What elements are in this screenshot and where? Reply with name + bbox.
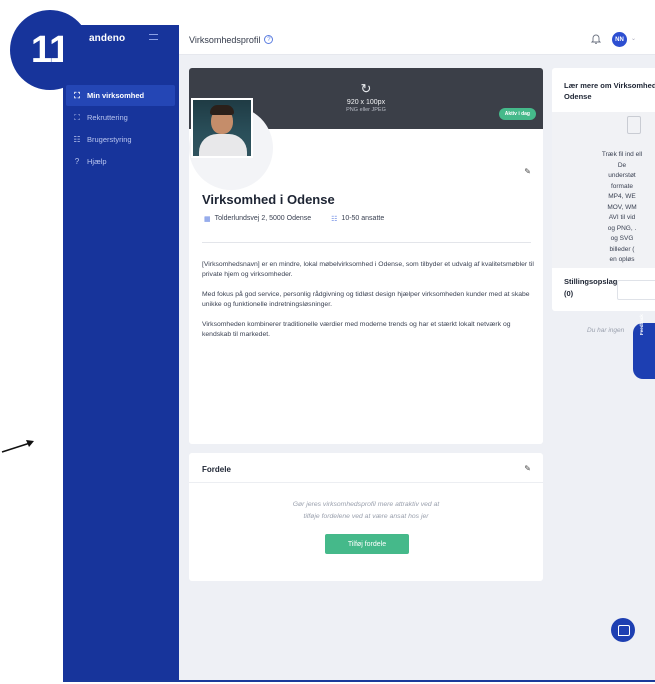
description-paragraph: [Virksomhedsnavn] er en mindre, lokal mø… <box>202 261 534 278</box>
building-icon: ▦ <box>204 216 211 223</box>
sidebar-item-label: Brugerstyring <box>87 135 132 144</box>
menu-toggle-icon[interactable] <box>149 34 158 40</box>
company-icon: ⛶ <box>74 90 80 100</box>
upload-line: og PNG, . <box>607 224 637 232</box>
edit-benefits-icon[interactable]: ✎ <box>524 464 531 473</box>
upload-instructions: Træk fil ind ell De understøt formate MP… <box>552 150 655 266</box>
recruitment-icon: ⛶ <box>74 112 80 122</box>
upload-line: MP4, WE <box>608 193 636 200</box>
description-paragraph: Virksomheden kombinerer traditionelle væ… <box>202 321 511 338</box>
sidebar-item-label: Rekruttering <box>87 113 128 122</box>
add-benefits-button[interactable]: Tilføj fordele <box>325 534 409 554</box>
company-profile-card: ↻ 920 x 100px PNG eller JPEG Aktiv i dag… <box>189 68 543 444</box>
sidebar-item-rekruttering[interactable]: ⛶ Rekruttering <box>63 107 179 128</box>
feedback-label: Feedback <box>639 314 644 335</box>
upload-line: formate <box>610 182 634 190</box>
sidebar: andeno ⛶ Min virksomhed ⛶ Rekruttering ☷… <box>63 25 179 680</box>
benefits-title: Fordele <box>202 465 231 474</box>
learn-more-panel: Lær mere om Virksomhed i Odense Træk fil… <box>552 68 655 311</box>
upload-line: Træk fil ind ell <box>601 151 643 158</box>
upload-line: en opløs <box>609 256 635 263</box>
benefits-empty-hint: Gør jeres virksomhedsprofil mere attrakt… <box>189 499 543 523</box>
sidebar-item-label: Min virksomhed <box>87 91 145 100</box>
upload-line: AVI til vid <box>608 214 636 221</box>
app-window: andeno ⛶ Min virksomhed ⛶ Rekruttering ☷… <box>63 25 655 682</box>
upload-line: De <box>617 161 627 169</box>
users-icon: ☷ <box>73 135 81 144</box>
chevron-down-icon[interactable]: ⌄ <box>631 35 636 42</box>
upload-line: og SVG <box>610 235 634 242</box>
help-icon: ? <box>74 157 80 166</box>
photo-hair <box>210 105 234 115</box>
chat-icon[interactable] <box>611 618 635 642</box>
top-bar: Virksomhedsprofil ? NN ⌄ <box>179 25 655 55</box>
divider <box>189 482 543 483</box>
company-meta: ▦ Tolderlundsvej 2, 5000 Odense ☷ 10-50 … <box>204 215 384 223</box>
job-postings-label: Stillingsopslag <box>564 277 618 286</box>
hint-line: tilføje fordelene ved at være ansat hos … <box>303 513 429 520</box>
company-address: Tolderlundsvej 2, 5000 Odense <box>214 215 312 222</box>
job-postings-count: (0) <box>564 289 574 298</box>
benefits-card: Fordele ✎ Gør jeres virksomhedsprofil me… <box>189 453 543 581</box>
file-icon <box>627 116 641 134</box>
user-avatar[interactable]: NN <box>612 32 627 47</box>
upload-line: billeder ( <box>609 245 635 253</box>
description-paragraph: Med fokus på god service, personlig rådg… <box>202 291 530 308</box>
learn-more-title: Lær mere om Virksomhed i Odense <box>564 81 655 101</box>
company-employees: 10-50 ansatte <box>341 215 385 222</box>
profile-photo[interactable] <box>191 98 253 158</box>
upload-line: MOV, WM <box>607 203 637 211</box>
sidebar-item-brugerstyring[interactable]: ☷ Brugerstyring <box>63 129 179 150</box>
job-postings-title: Stillingsopslag (0) <box>564 276 617 300</box>
sidebar-nav: ⛶ Min virksomhed ⛶ Rekruttering ☷ Bruger… <box>63 85 179 173</box>
page-title: Virksomhedsprofil <box>189 34 261 45</box>
refresh-icon: ↻ <box>360 81 372 96</box>
no-jobs-text: Du har ingen <box>587 327 625 334</box>
brand-logo[interactable]: andeno <box>89 33 125 44</box>
sidebar-item-label: Hjælp <box>87 157 107 166</box>
sidebar-item-hjaelp[interactable]: ? Hjælp <box>63 151 179 172</box>
sidebar-item-min-virksomhed[interactable]: ⛶ Min virksomhed <box>66 85 175 106</box>
company-description: [Virksomhedsnavn] er en mindre, lokal mø… <box>202 260 534 350</box>
photo-shirt <box>199 134 247 156</box>
help-icon[interactable]: ? <box>264 35 274 44</box>
upload-line: understøt <box>608 172 636 179</box>
pointer-arrow-icon <box>1 440 34 453</box>
divider <box>202 242 531 243</box>
employees-icon: ☷ <box>331 216 338 223</box>
job-postings-button[interactable] <box>617 280 655 300</box>
edit-profile-icon[interactable]: ✎ <box>524 167 531 176</box>
hint-line: Gør jeres virksomhedsprofil mere attrakt… <box>292 501 440 508</box>
media-upload-dropzone[interactable]: Træk fil ind ell De understøt formate MP… <box>552 112 655 268</box>
feedback-tab[interactable]: Feedback <box>633 314 655 379</box>
company-name: Virksomhed i Odense <box>202 192 335 207</box>
status-badge: Aktiv i dag <box>498 108 536 120</box>
bell-icon[interactable] <box>590 33 602 47</box>
